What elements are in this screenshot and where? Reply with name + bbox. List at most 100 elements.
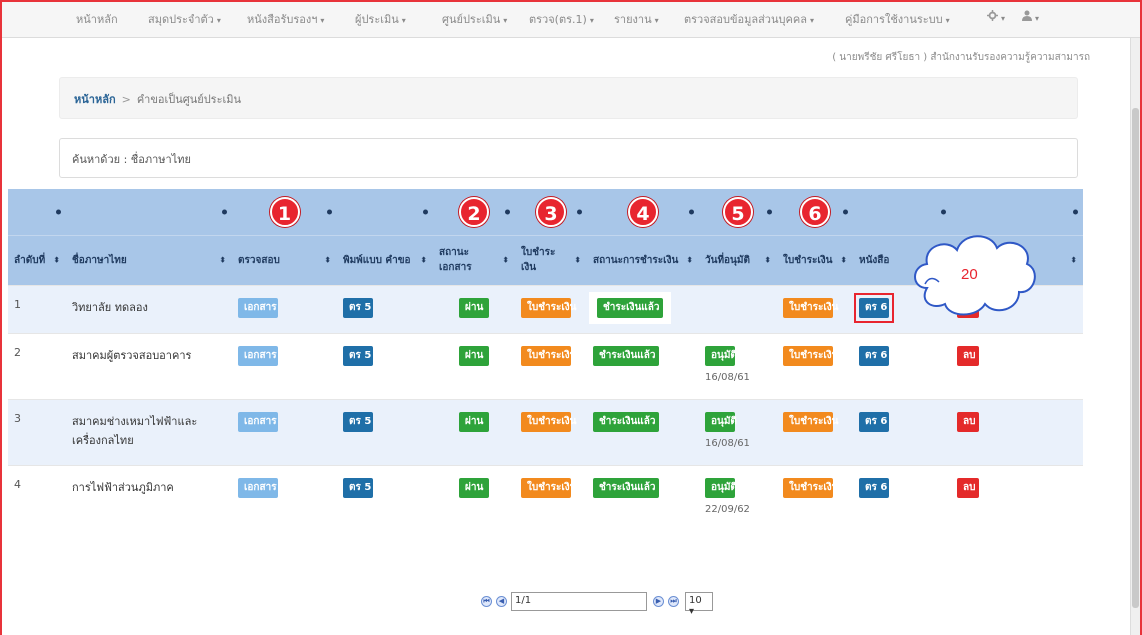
approve-cell-empty (699, 285, 777, 333)
form-tr5-button[interactable]: ตร 5 (343, 477, 373, 498)
certificate-tr6-button[interactable]: ตร 6 (859, 477, 889, 498)
nav-reports[interactable]: รายงาน ▾ (614, 10, 659, 28)
sort-dot-icon (941, 209, 946, 215)
sort-icon: ⬍ (764, 255, 771, 265)
sort-icon: ⬍ (1070, 255, 1077, 265)
paid-status-button[interactable]: ชำระเงินแล้ว (593, 345, 659, 366)
sort-dot-icon (327, 209, 332, 215)
step-badge-6: 6 (800, 196, 830, 227)
approve-date: 16/08/61 (705, 371, 750, 383)
last-page-icon[interactable]: ⏭ (668, 596, 679, 607)
highlight-box: ตร 6 (854, 292, 894, 323)
paid-status-button[interactable]: ชำระเงินแล้ว (593, 477, 659, 498)
nav-manual[interactable]: คู่มือการใช้งานระบบ ▾ (845, 10, 950, 28)
invoice-button-2[interactable]: ใบชำระเงิน (783, 411, 839, 432)
doc-status-pass-badge[interactable]: ผ่าน (459, 297, 489, 318)
nav-inspection[interactable]: ตรวจ(ตร.1) ▾ (529, 10, 594, 28)
nav-user[interactable]: ▾ (1022, 10, 1039, 24)
paid-status-button[interactable]: ชำระเงินแล้ว (597, 297, 663, 318)
col-header-no[interactable]: ลำดับที่ ⬍ (8, 234, 66, 285)
row-number: 1 (8, 285, 66, 333)
step-cell: 4 (587, 189, 699, 235)
document-button[interactable]: เอกสาร (238, 477, 278, 498)
nav-assessors[interactable]: ผู้ประเมิน ▾ (355, 10, 406, 28)
first-page-icon[interactable]: ⏮ (481, 596, 492, 607)
nav-home[interactable]: หน้าหลัก (76, 10, 118, 28)
document-button[interactable]: เอกสาร (238, 411, 278, 432)
row-name: วิทยาลัย ทดลอง (66, 285, 232, 333)
nav-profile-book[interactable]: สมุดประจำตัว ▾ (148, 10, 221, 28)
approved-badge[interactable]: อนุมัติ (705, 477, 737, 498)
step-cell: 1 (232, 189, 337, 235)
certificate-tr6-button[interactable]: ตร 6 (859, 411, 889, 432)
nav-settings[interactable]: ▾ (987, 10, 1005, 24)
chevron-down-icon: ▾ (654, 16, 659, 25)
sort-dot-icon (843, 209, 848, 215)
page-number-input[interactable]: 1/1 (511, 592, 647, 611)
nav-assessment-centers[interactable]: ศูนย์ประเมิน ▾ (442, 10, 507, 28)
paid-status-button[interactable]: ชำระเงินแล้ว (593, 411, 659, 432)
breadcrumb-current: คำขอเป็นศูนย์ประเมิน (136, 93, 242, 106)
table-row: 4 การไฟฟ้าส่วนภูมิภาค เอกสาร ตร 5 ผ่าน ใ… (8, 465, 1083, 531)
vertical-scrollbar[interactable] (1130, 38, 1140, 635)
col-header-invoice[interactable]: ใบชำระเงิน ⬍ (515, 234, 587, 285)
payment-status-box: ชำระเงินแล้ว (589, 291, 671, 324)
step-cell (66, 189, 232, 235)
user-icon (1022, 10, 1032, 21)
col-header-invoice-2[interactable]: ใบชำระเงิน ⬍ (777, 234, 853, 285)
invoice-button-2[interactable]: ใบชำระเงิน (783, 297, 839, 318)
nav-personal-data[interactable]: ตรวจสอบข้อมูลส่วนบุคคล ▾ (684, 10, 814, 28)
certificate-tr6-button[interactable]: ตร 6 (859, 297, 889, 318)
sort-icon: ⬍ (574, 255, 581, 265)
step-badge-1: 1 (269, 196, 300, 227)
chevron-down-icon: ▾ (401, 16, 406, 25)
document-button[interactable]: เอกสาร (238, 297, 278, 318)
chevron-down-icon: ▾ (320, 16, 325, 25)
col-header-doc-status[interactable]: สถานะเอกสาร ⬍ (433, 234, 515, 285)
callout-number: 20 (961, 266, 978, 283)
doc-status-pass-badge[interactable]: ผ่าน (459, 411, 489, 432)
delete-button[interactable]: ลบ (957, 477, 979, 498)
sort-icon: ⬍ (686, 255, 693, 265)
approved-badge[interactable]: อนุมัติ (705, 345, 737, 366)
col-header-payment-status[interactable]: สถานะการชำระเงิน ⬍ (587, 234, 699, 285)
col-header-name[interactable]: ชื่อภาษาไทย ⬍ (66, 234, 232, 285)
nav-certificates[interactable]: หนังสือรับรองฯ ▾ (247, 10, 324, 28)
col-header-approve-date[interactable]: วันที่อนุมัติ ⬍ (699, 234, 777, 285)
sort-icon: ⬍ (502, 255, 509, 265)
invoice-button[interactable]: ใบชำระเงิน (521, 297, 577, 318)
next-page-icon[interactable]: ▶ (653, 596, 664, 607)
sort-dot-icon (767, 209, 772, 215)
certificate-tr6-button[interactable]: ตร 6 (859, 345, 889, 366)
step-badge-5: 5 (723, 196, 753, 227)
doc-status-pass-badge[interactable]: ผ่าน (459, 477, 489, 498)
form-tr5-button[interactable]: ตร 5 (343, 345, 373, 366)
row-number: 4 (14, 477, 21, 491)
invoice-button[interactable]: ใบชำระเงิน (521, 345, 577, 366)
chevron-down-icon: ▾ (216, 16, 221, 25)
document-button[interactable]: เอกสาร (238, 345, 278, 366)
chevron-down-icon: ▾ (1035, 14, 1040, 23)
breadcrumb-home-link[interactable]: หน้าหลัก (74, 93, 116, 106)
callout-cloud: 20 (905, 226, 1041, 322)
form-tr5-button[interactable]: ตร 5 (343, 411, 373, 432)
invoice-button-2[interactable]: ใบชำระเงิน (783, 477, 839, 498)
invoice-button[interactable]: ใบชำระเงิน (521, 411, 577, 432)
form-tr5-button[interactable]: ตร 5 (343, 297, 373, 318)
invoice-button-2[interactable]: ใบชำระเงิน (783, 345, 839, 366)
delete-button[interactable]: ลบ (957, 345, 979, 366)
scrollbar-thumb[interactable] (1132, 108, 1139, 608)
delete-button[interactable]: ลบ (957, 411, 979, 432)
col-header-check[interactable]: ตรวจสอบ ⬍ (232, 234, 337, 285)
sort-dot-icon (56, 209, 61, 215)
page-size-select[interactable]: 10 ▾ (685, 592, 713, 617)
invoice-button[interactable]: ใบชำระเงิน (521, 477, 577, 498)
prev-page-icon[interactable]: ◀ (496, 596, 507, 607)
col-header-print-form[interactable]: พิมพ์แบบ คำขอ ⬍ (337, 234, 433, 285)
step-cell: 6 (777, 189, 853, 235)
chevron-down-icon: ▾ (945, 16, 950, 25)
approved-badge[interactable]: อนุมัติ (705, 411, 737, 432)
sort-icon: ⬍ (219, 255, 226, 265)
search-input[interactable]: ค้นหาด้วย : ชื่อภาษาไทย (59, 138, 1078, 178)
doc-status-pass-badge[interactable]: ผ่าน (459, 345, 489, 366)
